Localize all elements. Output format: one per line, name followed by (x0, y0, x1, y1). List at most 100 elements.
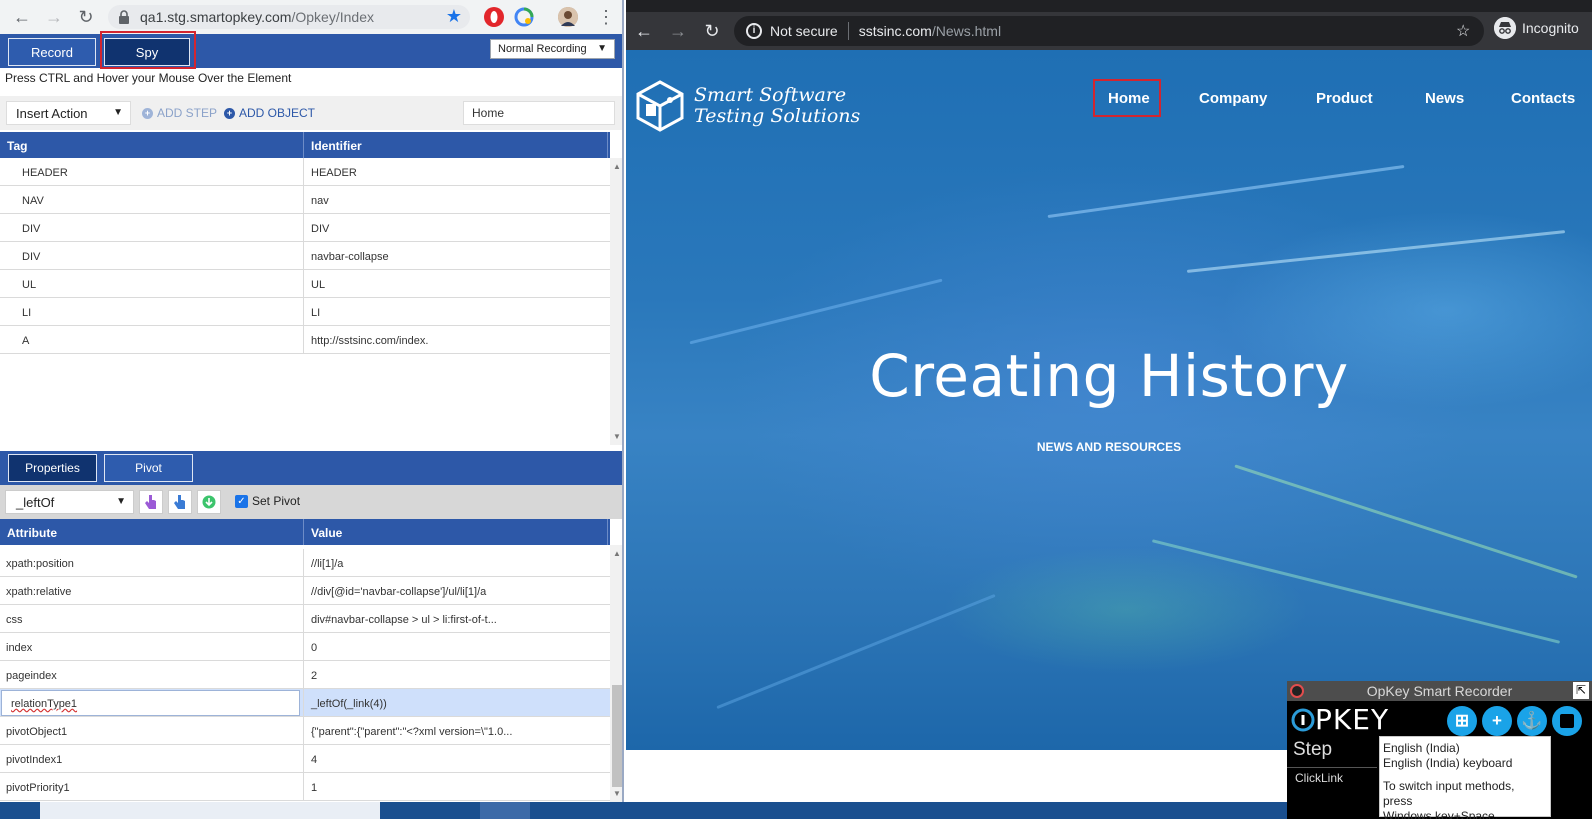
nav-contacts[interactable]: Contacts (1511, 90, 1575, 107)
crop-icon[interactable]: ⊞ (1447, 706, 1477, 736)
attr-row-selected[interactable]: relationType1 _leftOf(_link(4)) (0, 689, 610, 717)
logo-text: Smart Software Testing Solutions (694, 84, 861, 127)
forward-icon[interactable]: → (662, 15, 694, 47)
action-row: Insert Action ▼ + ADD STEP + ADD OBJECT Hom… (0, 96, 622, 130)
attr-grid-header: Attribute Value (0, 519, 610, 545)
attr-grid-scrollbar[interactable]: ▲ ▼ (610, 545, 622, 802)
identifier-column-header[interactable]: Identifier (311, 139, 362, 153)
attr-row[interactable]: pivotObject1 {"parent":{"parent":"<?xml v… (0, 717, 610, 745)
company-logo[interactable]: Smart Software Testing Solutions (632, 78, 860, 134)
screen: ← → ↻ qa1.stg.smartopkey.com/Opkey/Index… (0, 0, 1592, 819)
hero-banner: Smart Software Testing Solutions Home Co… (626, 50, 1592, 750)
attribute-column-header[interactable]: Attribute (7, 526, 57, 540)
opkey-o-icon (1291, 708, 1315, 732)
bookmark-star-icon[interactable]: ★ (446, 6, 462, 27)
chevron-down-icon: ▼ (113, 107, 123, 118)
value-column-header[interactable]: Value (311, 526, 342, 540)
step-value[interactable]: ClickLink (1295, 771, 1343, 785)
hand-pointer-blue-icon[interactable] (168, 490, 192, 514)
dom-row[interactable]: Ahttp://sstsinc.com/index. (0, 326, 610, 354)
recorder-titlebar[interactable]: OpKey Smart Recorder ⇱ (1287, 681, 1592, 701)
nav-company[interactable]: Company (1199, 90, 1267, 107)
dom-row[interactable]: UL UL (0, 270, 610, 298)
plus-circle-icon: + (142, 107, 153, 119)
tab-pivot[interactable]: Pivot (104, 454, 193, 482)
scroll-up-icon[interactable]: ▲ (613, 162, 621, 171)
address-path: /News.html (931, 23, 1002, 39)
opkey-logo: PKEY (1291, 703, 1389, 736)
info-icon[interactable]: i (746, 23, 762, 39)
security-label: Not secure (770, 23, 838, 39)
dom-row[interactable]: HEADER HEADER (0, 158, 610, 186)
anchor-icon[interactable]: ⚓ (1517, 706, 1547, 736)
input-method-tooltip: English (India) English (India) keyboard… (1379, 736, 1551, 819)
resize-icon[interactable]: ⇱ (1573, 682, 1589, 699)
dom-row[interactable]: DIV navbar-collapse (0, 242, 610, 270)
set-pivot-toggle[interactable]: ✓ Set Pivot (235, 494, 300, 508)
dom-row[interactable]: DIV DIV (0, 214, 610, 242)
spy-highlight-box (100, 31, 196, 69)
home-highlight-box (1093, 79, 1161, 117)
relation-select[interactable]: _leftOf ▼ (5, 490, 134, 514)
address-bar[interactable]: qa1.stg.smartopkey.com/Opkey/Index ★ (108, 5, 470, 29)
move-down-icon[interactable] (197, 490, 221, 514)
record-dot-icon[interactable] (1290, 684, 1304, 698)
attr-row[interactable]: xpath:position//li[1]/a (0, 549, 610, 577)
dom-row[interactable]: NAV nav (0, 186, 610, 214)
hero-subtitle: NEWS AND RESOURCES (1036, 440, 1182, 454)
attr-row[interactable]: xpath:relative//div[@id='navbar-collapse… (0, 577, 610, 605)
dom-grid-scrollbar[interactable]: ▲ ▼ (610, 158, 622, 445)
insert-action-select[interactable]: Insert Action ▼ (6, 101, 131, 125)
attr-row[interactable]: css div#navbar-collapse > ul > li:first-o… (0, 605, 610, 633)
bookmark-star-icon[interactable]: ☆ (1456, 21, 1470, 41)
attr-row[interactable]: pivotIndex1 4 (0, 745, 610, 773)
hand-pointer-purple-icon[interactable] (139, 490, 163, 514)
record-button[interactable]: Record (8, 38, 96, 66)
tag-column-header[interactable]: Tag (7, 139, 27, 153)
spy-hint-text: Press CTRL and Hover your Mouse Over the… (5, 71, 292, 85)
stop-icon[interactable] (1552, 706, 1582, 736)
attr-row[interactable]: pivotPriority1 1 (0, 773, 610, 801)
recording-mode-select[interactable]: Normal Recording ▼ (490, 39, 615, 59)
nav-product[interactable]: Product (1316, 90, 1373, 107)
browser-menu-icon[interactable]: ⋮ (590, 1, 622, 33)
back-icon[interactable]: ← (6, 1, 38, 33)
incognito-indicator[interactable]: Incognito (1494, 17, 1579, 39)
dom-row[interactable]: LI LI (0, 298, 610, 326)
scroll-down-icon[interactable]: ▼ (613, 789, 621, 798)
address-bar[interactable]: i Not secure sstsinc.com/News.html (734, 16, 1484, 46)
attr-row[interactable]: pageindex 2 (0, 661, 610, 689)
tab-strip (626, 0, 1592, 12)
dom-grid-header: Tag Identifier (0, 132, 610, 158)
add-object-button[interactable]: + ADD OBJECT (224, 106, 315, 120)
scroll-down-icon[interactable]: ▼ (613, 432, 621, 441)
profile-avatar[interactable] (558, 7, 578, 27)
opera-extension-icon[interactable] (484, 7, 504, 27)
cube-logo-icon (636, 80, 684, 132)
add-icon[interactable]: + (1482, 706, 1512, 736)
incognito-icon (1494, 17, 1516, 39)
reload-icon[interactable]: ↻ (696, 15, 728, 47)
hero-title: Creating History (869, 342, 1349, 410)
nav-news[interactable]: News (1425, 90, 1464, 107)
address-url: qa1.stg.smartopkey.com/Opkey/Index (140, 9, 374, 25)
reload-icon[interactable]: ↻ (70, 1, 102, 33)
scroll-thumb[interactable] (612, 685, 622, 787)
color-extension-icon[interactable] (514, 7, 534, 27)
chevron-down-icon: ▼ (597, 43, 607, 54)
dom-grid-body: HEADER HEADER NAV nav DIV DIV DIV navbar-col… (0, 158, 610, 445)
tab-properties[interactable]: Properties (8, 454, 97, 482)
checkbox-checked-icon[interactable]: ✓ (235, 494, 248, 508)
properties-tabbar: Properties Pivot (0, 451, 622, 485)
chevron-down-icon: ▼ (116, 496, 126, 507)
attr-row[interactable]: index 0 (0, 633, 610, 661)
forward-icon[interactable]: → (38, 1, 70, 33)
scroll-up-icon[interactable]: ▲ (613, 549, 621, 558)
back-icon[interactable]: ← (628, 15, 660, 47)
step-header: Step (1293, 739, 1333, 760)
browser-toolbar: ← → ↻ qa1.stg.smartopkey.com/Opkey/Index… (0, 0, 622, 34)
attr-grid-body: xpath:position//li[1]/a xpath:relative//… (0, 549, 610, 802)
object-search-input[interactable]: Home (463, 101, 615, 125)
lock-icon (118, 10, 132, 24)
add-step-button[interactable]: + ADD STEP (142, 106, 217, 120)
